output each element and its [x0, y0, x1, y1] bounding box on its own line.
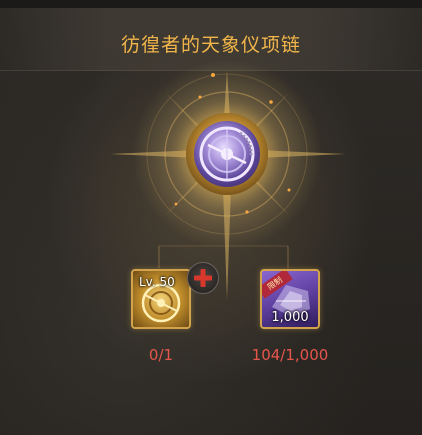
crafting-panel: 彷徨者的天象仪项链 Lv. 50 限制 1,000 0/1 104/1,000: [0, 0, 422, 435]
slot-quantity-label: 1,000: [271, 310, 309, 325]
slot-level-label: Lv. 50: [139, 275, 175, 289]
material-slot-astrolabe[interactable]: Lv. 50: [131, 269, 191, 329]
material-count-astrolabe: 0/1: [148, 346, 174, 364]
main-item-frame[interactable]: [186, 113, 268, 195]
astrolabe-necklace-icon: [194, 121, 260, 187]
add-material-button[interactable]: [187, 262, 219, 294]
material-count-purple: 104/1,000: [251, 346, 329, 364]
compass-rose-decoration: [110, 59, 346, 300]
material-slot-purple[interactable]: 限制 1,000: [260, 269, 320, 329]
plus-icon: [194, 269, 212, 287]
